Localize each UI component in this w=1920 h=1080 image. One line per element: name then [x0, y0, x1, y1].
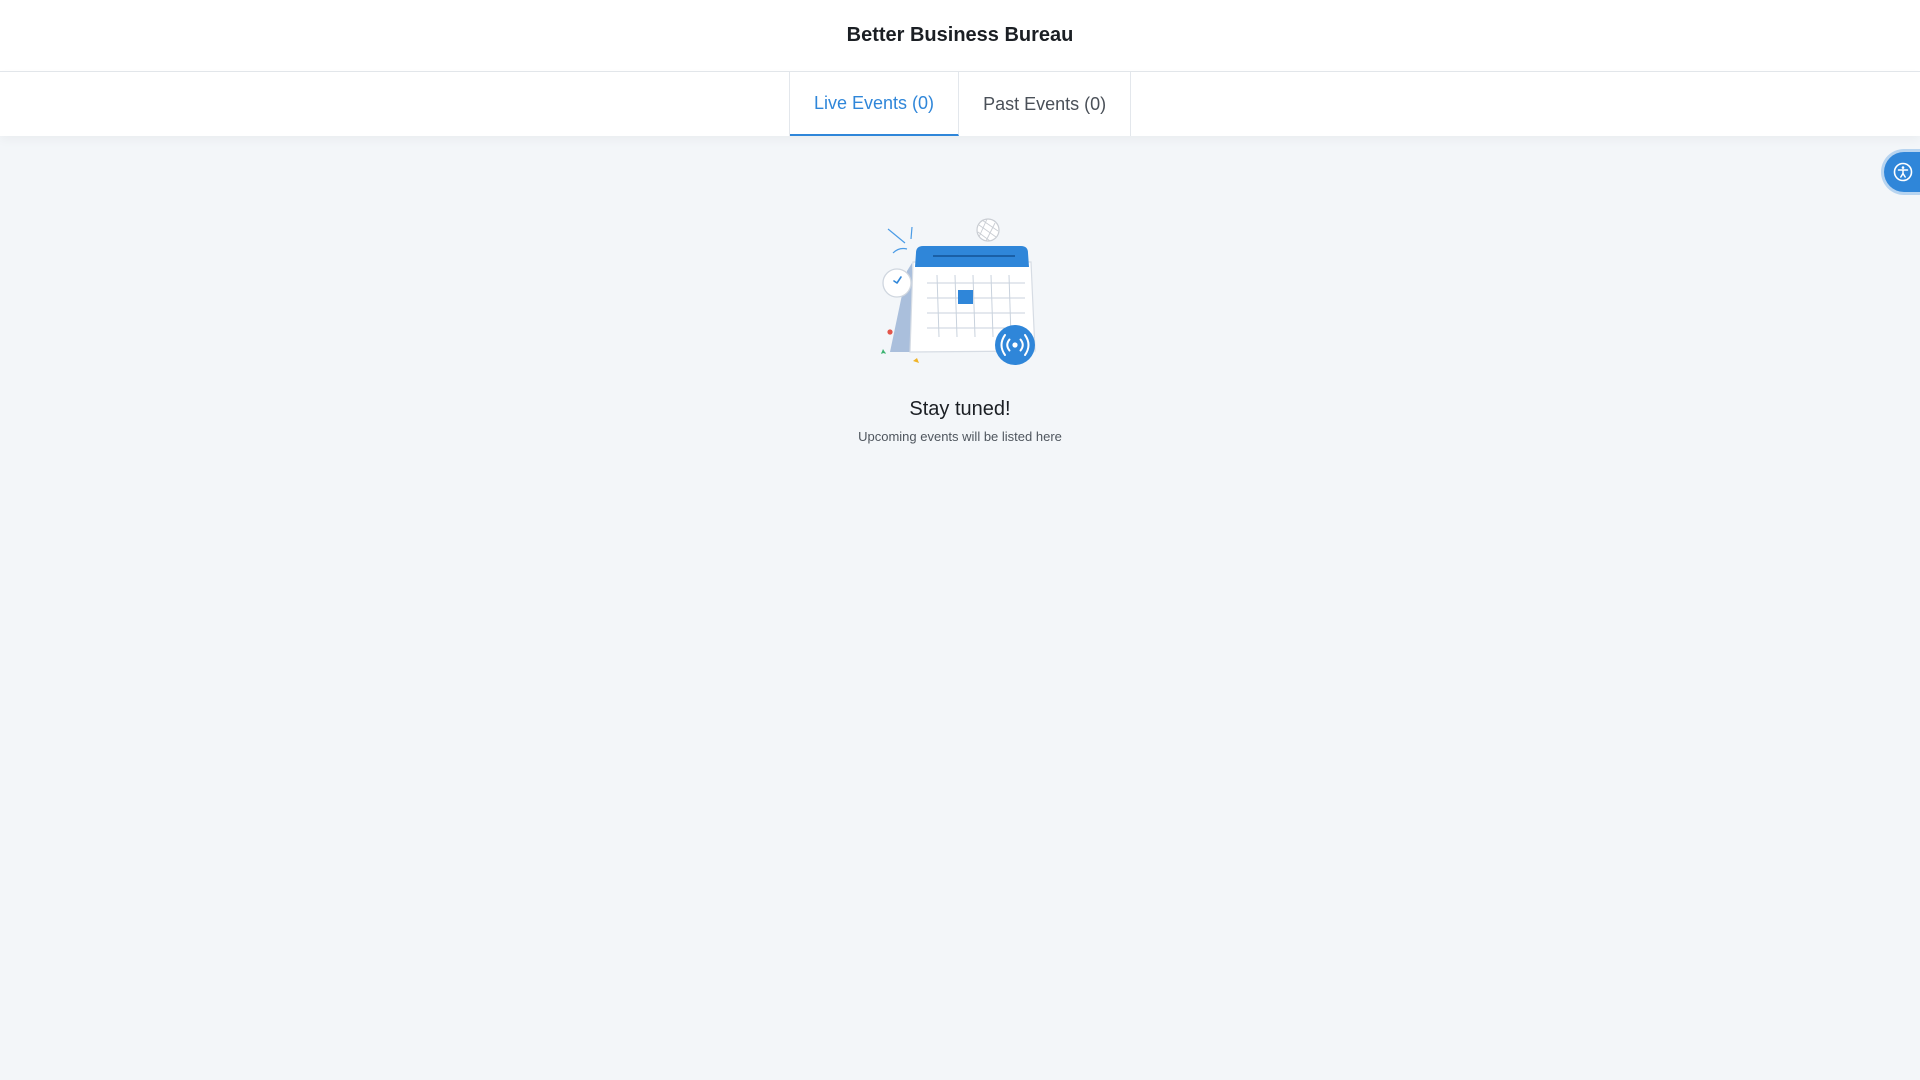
organization-title: Better Business Bureau	[846, 24, 1074, 46]
accessibility-icon	[1893, 162, 1913, 182]
empty-state-title: Stay tuned!	[909, 398, 1011, 420]
accessibility-button[interactable]	[1884, 152, 1920, 192]
calendar-broadcast-illustration	[881, 218, 1036, 365]
tab-bar: Live Events (0) Past Events (0)	[0, 72, 1920, 136]
tab-live-events[interactable]: Live Events (0)	[790, 72, 960, 136]
event-tabs: Live Events (0) Past Events (0)	[789, 72, 1132, 136]
empty-state-subtitle: Upcoming events will be listed here	[858, 429, 1062, 444]
empty-state: Stay tuned! Upcoming events will be list…	[760, 215, 1160, 444]
top-header: Better Business Bureau	[0, 0, 1920, 72]
page: Better Business Bureau Live Events (0) P…	[0, 0, 1920, 1080]
tab-past-events[interactable]: Past Events (0)	[959, 72, 1132, 136]
